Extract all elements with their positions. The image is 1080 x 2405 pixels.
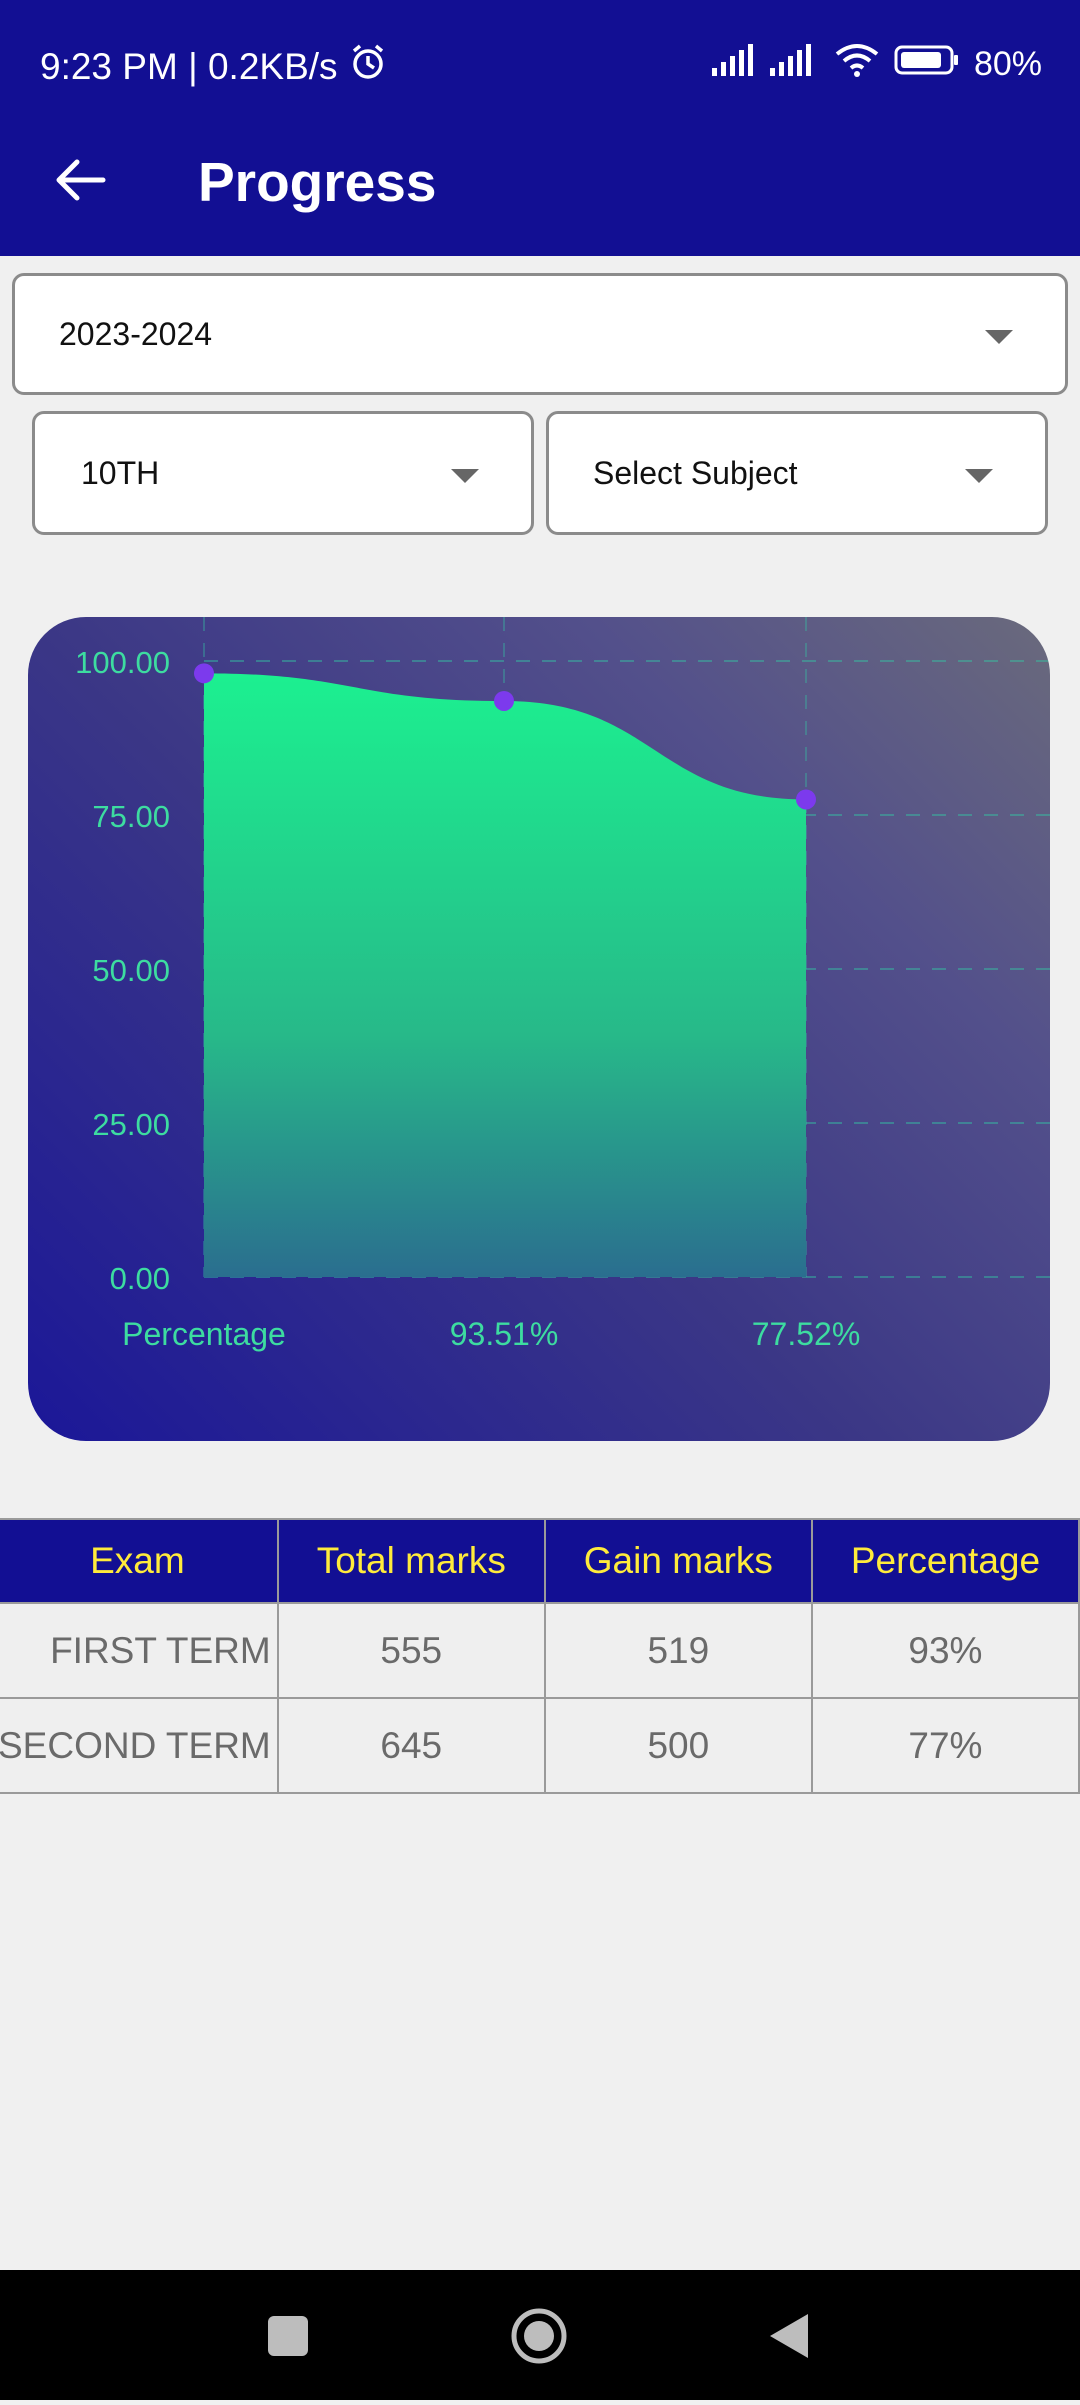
table-header-row: Exam Total marks Gain marks Percentage [0,1518,1080,1604]
status-right: 80% [710,42,1042,87]
signal-icon [710,42,820,87]
chevron-down-icon [985,330,1013,344]
cell-percentage: 93% [810,1602,1080,1699]
back-button[interactable] [40,140,120,220]
area-series [204,673,806,1277]
year-dropdown[interactable]: 2023-2024 [12,273,1068,395]
class-value: 10TH [81,454,160,491]
app-header: 9:23 PM | 0.2KB/s 80% Progress [0,0,1080,256]
system-nav-bar [0,2270,1080,2400]
header-percentage: Percentage [810,1518,1080,1604]
back-arrow-icon [56,159,106,201]
status-bar: 9:23 PM | 0.2KB/s 80% [0,0,1080,130]
cell-percentage: 77% [810,1697,1080,1794]
subject-dropdown[interactable]: Select Subject [546,411,1048,535]
wifi-icon [834,42,880,87]
y-tick-label: 75.00 [92,799,170,834]
x-tick-label: Percentage [122,1316,286,1352]
class-dropdown[interactable]: 10TH [32,411,534,535]
data-point[interactable] [194,663,214,684]
cell-gain-marks: 519 [543,1602,813,1699]
table-row: FIRST TERM 555 519 93% [0,1602,1080,1699]
y-tick-label: 100.00 [75,645,170,680]
chevron-down-icon [451,469,479,483]
table-row: SECOND TERM 645 500 77% [0,1697,1080,1794]
alarm-icon [348,42,388,91]
cell-total-marks: 645 [276,1697,546,1794]
y-tick-label: 0.00 [110,1261,170,1296]
battery-percentage: 80% [973,45,1042,83]
results-table: Exam Total marks Gain marks Percentage F… [0,1518,1080,1794]
cell-exam: FIRST TERM [0,1602,279,1699]
chevron-down-icon [965,469,993,483]
data-point[interactable] [796,789,816,810]
page-title: Progress [198,151,437,213]
recent-apps-icon[interactable] [268,2316,308,2356]
x-tick-label: 77.52% [752,1316,861,1352]
battery-icon [894,44,960,85]
header-exam: Exam [0,1518,279,1604]
back-triangle-icon[interactable] [770,2314,808,2358]
area-chart: 100.00 75.00 50.00 25.00 0.00 Percentage 93.5… [75,617,1050,1352]
cell-total-marks: 555 [276,1602,546,1699]
progress-chart: 100.00 75.00 50.00 25.00 0.00 Percentage 93.5… [28,617,1050,1441]
subject-placeholder: Select Subject [593,454,798,491]
data-point[interactable] [494,690,514,711]
header-gain-marks: Gain marks [543,1518,813,1604]
cell-exam: SECOND TERM [0,1697,279,1794]
header-total-marks: Total marks [276,1518,546,1604]
status-time-speed: 9:23 PM | 0.2KB/s [40,45,338,87]
cell-gain-marks: 500 [543,1697,813,1794]
status-left: 9:23 PM | 0.2KB/s [40,42,388,91]
x-tick-label: 93.51% [450,1316,559,1352]
y-tick-label: 25.00 [92,1107,170,1142]
home-icon[interactable] [511,2308,567,2364]
year-value: 2023-2024 [59,315,213,352]
y-tick-label: 50.00 [92,953,170,988]
